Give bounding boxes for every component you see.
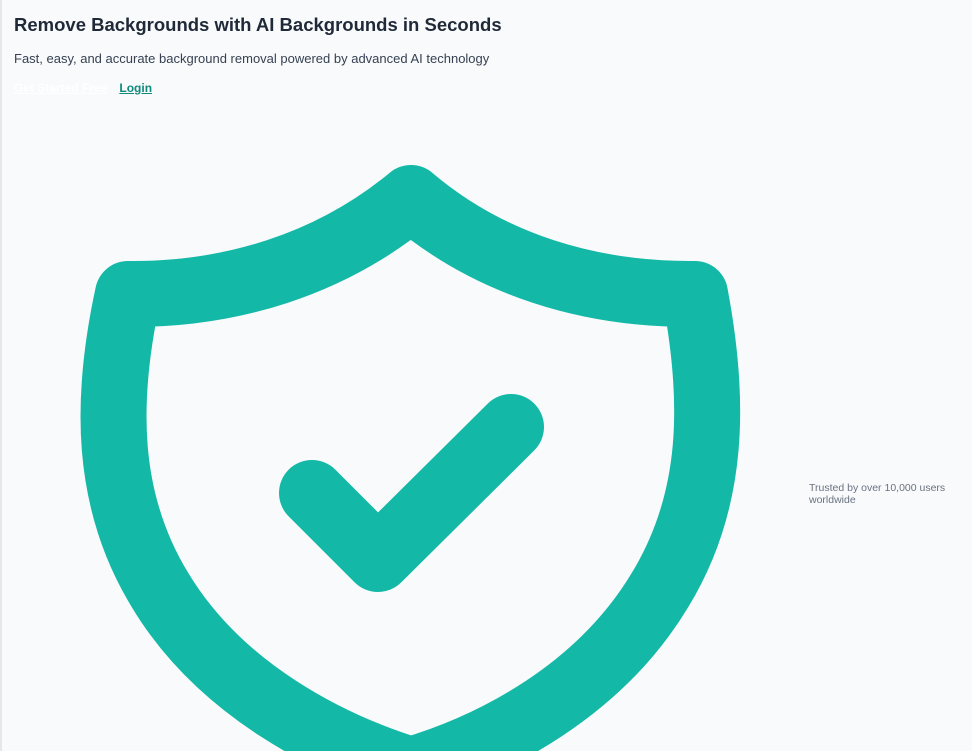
shield-check-icon <box>80 165 741 751</box>
check-mark <box>279 394 544 592</box>
shield-outline <box>80 165 741 751</box>
trust-badge-text: Trusted by over 10,000 users worldwide <box>809 482 946 506</box>
